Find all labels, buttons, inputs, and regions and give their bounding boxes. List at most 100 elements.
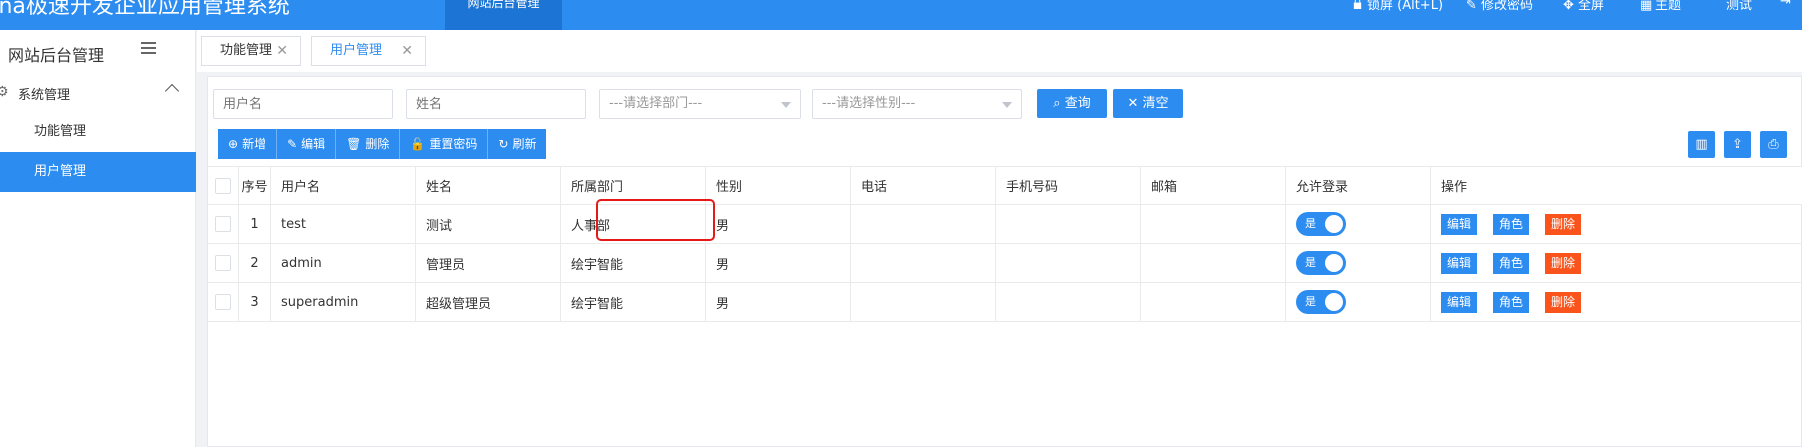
row-role-button[interactable]: 角色: [1493, 291, 1530, 313]
user-menu-button[interactable]: 测试: [1726, 0, 1752, 13]
close-icon[interactable]: ✕: [401, 37, 413, 65]
cell-username: admin: [271, 244, 416, 282]
cell-actions: 编辑 角色 删除: [1431, 283, 1802, 321]
module-tab-website-admin[interactable]: 网站后台管理: [445, 0, 562, 30]
column-header: 用户名: [271, 167, 416, 204]
cell-name: 测试: [416, 205, 561, 243]
cell-mobile: [996, 205, 1141, 243]
select-all-checkbox-cell: [208, 167, 239, 204]
column-header: 姓名: [416, 167, 561, 204]
department-select[interactable]: ---请选择部门---: [599, 89, 801, 119]
cell-department: 绘宇智能: [561, 244, 706, 282]
change-password-button[interactable]: ✎ 修改密码: [1466, 0, 1533, 13]
tab-user-manage[interactable]: 用户管理 ✕: [311, 36, 426, 66]
refresh-button[interactable]: ↻ 刷新: [488, 129, 547, 159]
cell-email: [1141, 205, 1286, 243]
reset-password-button[interactable]: 🔓 重置密码: [400, 129, 489, 159]
table-row[interactable]: 1 test 测试 人事部 男 是 编辑 角色 删除: [208, 205, 1802, 244]
sidebar-header: 网站后台管理: [0, 30, 196, 72]
table-row[interactable]: 3 superadmin 超级管理员 绘宇智能 男 是 编辑 角色 删除: [208, 283, 1802, 322]
annotation-highlight-box: [596, 199, 715, 241]
allow-login-toggle[interactable]: 是: [1296, 212, 1346, 236]
menu-toggle-icon[interactable]: [141, 42, 156, 54]
cell-mobile: [996, 283, 1141, 321]
columns-icon[interactable]: ▥: [1688, 131, 1715, 158]
top-header: Ina极速开发企业应用管理系统 网站后台管理 锁屏 (Alt+L) ✎ 修改密码…: [0, 0, 1802, 30]
cell-allow-login: 是: [1286, 244, 1431, 282]
sidebar-group-system[interactable]: ⚙ 系统管理: [0, 72, 196, 112]
page-tabs: 功能管理 ✕ 用户管理 ✕: [197, 30, 1802, 72]
cell-index: 1: [239, 205, 271, 243]
close-icon[interactable]: ✕: [276, 37, 288, 65]
column-header: 允许登录: [1286, 167, 1431, 204]
sidebar-title: 网站后台管理: [8, 46, 105, 65]
row-checkbox[interactable]: [215, 216, 231, 232]
cell-email: [1141, 283, 1286, 321]
row-delete-button[interactable]: 删除: [1545, 291, 1582, 313]
row-edit-button[interactable]: 编辑: [1441, 213, 1478, 235]
cell-phone: [851, 283, 996, 321]
caret-down-icon: [1002, 102, 1012, 108]
clear-button[interactable]: ✕ 清空: [1113, 89, 1183, 118]
row-role-button[interactable]: 角色: [1493, 252, 1530, 274]
cell-gender: 男: [706, 244, 851, 282]
cell-phone: [851, 205, 996, 243]
row-checkbox[interactable]: [215, 255, 231, 271]
allow-login-toggle[interactable]: 是: [1296, 251, 1346, 275]
row-checkbox-cell: [208, 244, 239, 282]
sidebar-item-function-manage[interactable]: 功能管理: [0, 112, 196, 152]
cell-email: [1141, 244, 1286, 282]
cell-gender: 男: [706, 283, 851, 321]
unlock-icon: 🔓: [410, 137, 426, 151]
edit-button[interactable]: ✎ 编辑: [277, 129, 337, 159]
table-tools: ▥ ⇪ ⎙: [1688, 131, 1787, 158]
export-icon[interactable]: ⇪: [1724, 131, 1751, 158]
cell-gender: 男: [706, 205, 851, 243]
theme-button[interactable]: ▦ 主题: [1640, 0, 1681, 13]
column-header: 性别: [706, 167, 851, 204]
print-icon[interactable]: ⎙: [1760, 131, 1787, 158]
add-button[interactable]: ⊕ 新增: [218, 129, 278, 159]
cell-phone: [851, 244, 996, 282]
cell-actions: 编辑 角色 删除: [1431, 244, 1802, 282]
column-header: 邮箱: [1141, 167, 1286, 204]
column-header: 操作: [1441, 180, 1468, 195]
lock-screen-button[interactable]: 锁屏 (Alt+L): [1352, 0, 1443, 13]
logout-button[interactable]: ⇥: [1780, 0, 1791, 9]
theme-icon: ▦: [1640, 0, 1653, 13]
cell-allow-login: 是: [1286, 205, 1431, 243]
name-input[interactable]: [406, 89, 586, 119]
row-edit-button[interactable]: 编辑: [1441, 291, 1478, 313]
column-header: 电话: [851, 167, 996, 204]
user-management-panel: ---请选择部门--- ---请选择性别--- ⌕ 查询 ✕ 清空 ⊕新增 ✎编…: [207, 76, 1802, 447]
fullscreen-button[interactable]: ✥ 全屏: [1563, 0, 1604, 13]
pencil-icon: ✎: [287, 137, 298, 151]
allow-login-toggle[interactable]: 是: [1296, 290, 1346, 314]
select-all-checkbox[interactable]: [215, 177, 231, 194]
table-row[interactable]: 2 admin 管理员 绘宇智能 男 是 编辑 角色 删除: [208, 244, 1802, 283]
key-icon: ✎: [1466, 0, 1477, 13]
username-input[interactable]: [213, 89, 393, 119]
cell-department: 绘宇智能: [561, 283, 706, 321]
cell-name: 超级管理员: [416, 283, 561, 321]
sidebar-item-user-manage[interactable]: 用户管理: [0, 152, 196, 192]
sidebar: 网站后台管理 ⚙ 系统管理 功能管理 用户管理: [0, 30, 196, 447]
row-edit-button[interactable]: 编辑: [1441, 252, 1478, 274]
gender-select[interactable]: ---请选择性别---: [812, 89, 1022, 119]
query-button[interactable]: ⌕ 查询: [1037, 89, 1107, 118]
gear-icon: ⚙: [0, 84, 9, 100]
row-delete-button[interactable]: 删除: [1545, 252, 1582, 274]
row-checkbox[interactable]: [215, 294, 231, 310]
table-header: 序号 用户名 姓名 所属部门 性别 电话 手机号码 邮箱 允许登录 操作: [208, 166, 1802, 205]
column-header: 手机号码: [996, 167, 1141, 204]
tab-function-manage[interactable]: 功能管理 ✕: [201, 36, 301, 66]
row-role-button[interactable]: 角色: [1493, 213, 1530, 235]
lock-icon: [1353, 0, 1362, 9]
chevron-up-icon: [164, 83, 180, 99]
delete-button[interactable]: 🗑 删除: [336, 129, 401, 159]
row-delete-button[interactable]: 删除: [1545, 213, 1582, 235]
cell-index: 2: [239, 244, 271, 282]
logout-icon: ⇥: [1780, 0, 1791, 9]
cell-name: 管理员: [416, 244, 561, 282]
cell-index: 3: [239, 283, 271, 321]
